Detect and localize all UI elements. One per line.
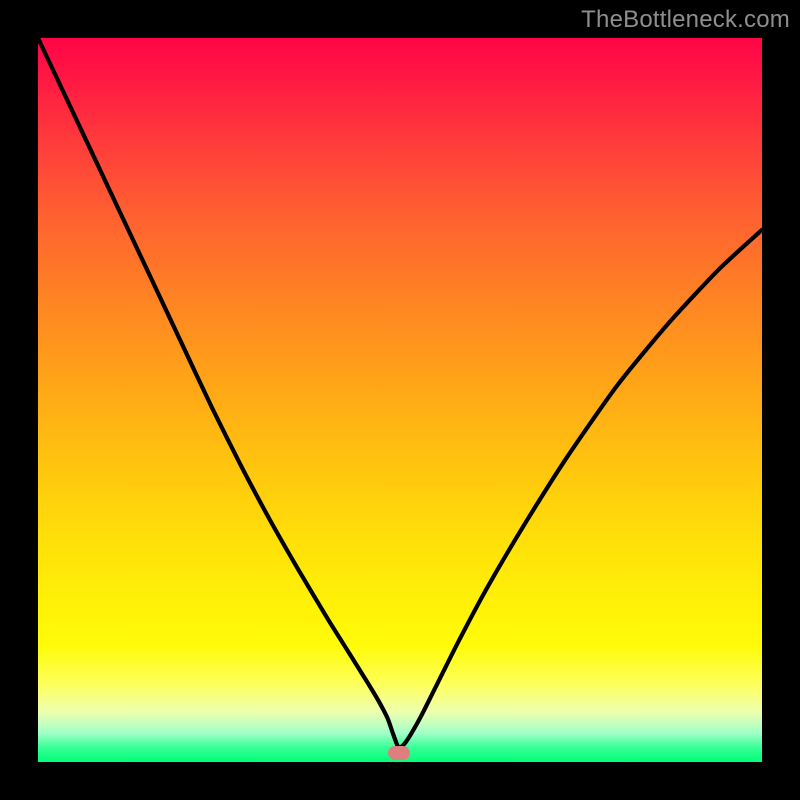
bottleneck-curve	[38, 38, 762, 762]
curve-path	[38, 38, 762, 748]
watermark-text: TheBottleneck.com	[581, 6, 790, 34]
chart-frame: TheBottleneck.com	[0, 0, 800, 800]
optimal-point-marker	[388, 746, 410, 760]
plot-area	[38, 38, 762, 762]
